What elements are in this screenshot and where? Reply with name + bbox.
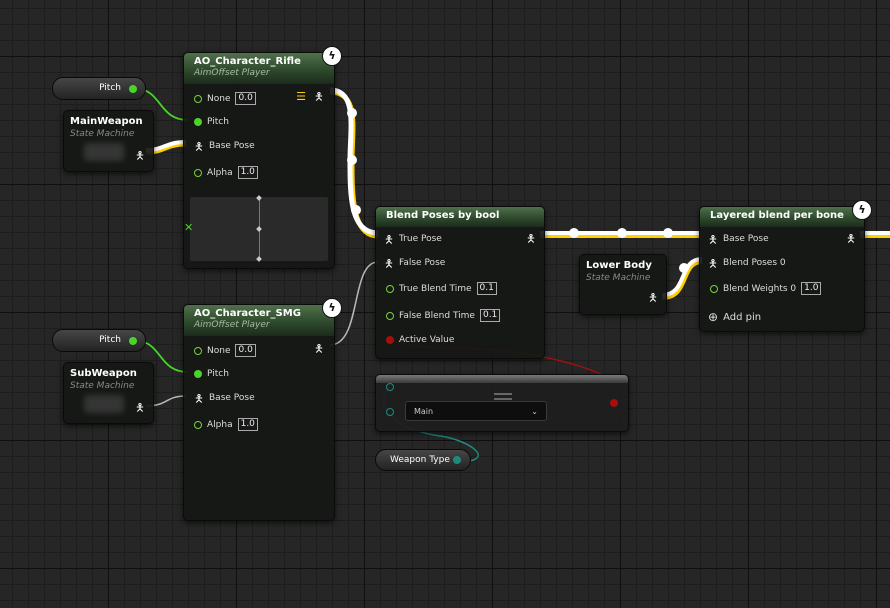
lightning-bolt-icon: ϟ — [852, 200, 872, 220]
state-machine-subtitle: State Machine — [586, 273, 651, 283]
true-pose-input-pin[interactable]: 🯅 True Pose — [384, 232, 442, 246]
sub-weapon-state-machine-node[interactable]: SubWeapon State Machine 🯅 — [63, 362, 154, 424]
false-pose-input-pin[interactable]: 🯅 False Pose — [384, 256, 445, 270]
node-header: Layered blend per bone — [700, 207, 864, 227]
chevron-down-icon: ⌄ — [531, 407, 538, 416]
true-blend-time-input-pin[interactable]: True Blend Time 0.1 — [386, 282, 497, 295]
alpha-value-field[interactable]: 1.0 — [237, 166, 258, 179]
pitch-input-pin[interactable]: Pitch — [194, 369, 229, 379]
node-title: Layered blend per bone — [710, 210, 844, 221]
person-pose-icon: 🯅 — [708, 256, 718, 270]
node-subtitle: AimOffset Player — [194, 320, 270, 330]
lightning-bolt-icon: ϟ — [322, 46, 342, 66]
node-header: AO_Character_SMG AimOffset Player — [184, 305, 334, 336]
layered-blend-per-bone-node[interactable]: Layered blend per bone ϟ 🯅 Base Pose 🯅 🯅… — [699, 200, 872, 332]
alpha-value-field[interactable]: 1.0 — [237, 418, 258, 431]
list-icon[interactable]: ☰ — [296, 90, 306, 103]
person-pose-icon[interactable]: 🯅 — [135, 150, 145, 161]
person-pose-icon[interactable]: 🯅 — [648, 292, 658, 303]
true-blend-time-field[interactable]: 0.1 — [476, 282, 497, 295]
person-pose-icon: 🯅 — [708, 232, 718, 246]
state-machine-title: MainWeapon — [70, 116, 143, 127]
none-input-pin[interactable]: None 0.0 — [194, 92, 256, 105]
lower-body-state-machine-node[interactable]: Lower Body State Machine 🯅 — [579, 254, 667, 315]
person-pose-icon[interactable]: 🯅 — [846, 233, 856, 244]
node-title: AO_Character_Rifle — [194, 56, 301, 67]
false-blend-time-input-pin[interactable]: False Blend Time 0.1 — [386, 309, 501, 322]
blendspace-preview — [190, 195, 328, 262]
alpha-input-pin[interactable]: Alpha 1.0 — [194, 418, 258, 431]
blend-weights-value-field[interactable]: 1.0 — [801, 282, 822, 295]
person-pose-icon[interactable]: 🯅 — [314, 91, 324, 102]
enum-select[interactable]: Main ⌄ — [405, 401, 547, 421]
base-pose-input-pin[interactable]: 🯅 Base Pose — [708, 232, 768, 246]
false-blend-time-field[interactable]: 0.1 — [479, 309, 501, 322]
base-pose-input-pin[interactable]: 🯅 Base Pose — [194, 391, 254, 405]
person-pose-icon[interactable]: 🯅 — [526, 233, 536, 244]
person-pose-icon[interactable]: 🯅 — [314, 343, 324, 354]
person-pose-icon: 🯅 — [384, 256, 394, 270]
pitch-label: Pitch — [99, 83, 121, 93]
enum-input-pin-a[interactable] — [386, 383, 394, 391]
node-header: AO_Character_Rifle AimOffset Player — [184, 53, 334, 84]
state-machine-title: Lower Body — [586, 260, 652, 271]
pitch-output-pin[interactable] — [129, 337, 137, 345]
node-header: Blend Poses by bool — [376, 207, 544, 227]
enum-input-pin-b[interactable] — [386, 408, 394, 416]
pitch-output-pin[interactable] — [129, 85, 137, 93]
blend-weights-0-input-pin[interactable]: Blend Weights 0 1.0 — [710, 282, 822, 295]
node-title: Blend Poses by bool — [386, 210, 500, 221]
none-value-field[interactable]: 0.0 — [235, 92, 256, 105]
weapon-type-variable-node[interactable]: Weapon Type — [375, 449, 471, 471]
person-pose-icon: 🯅 — [194, 391, 204, 405]
bool-output-pin[interactable] — [610, 399, 618, 407]
person-pose-icon: 🯅 — [194, 139, 204, 153]
state-machine-subtitle: State Machine — [70, 381, 135, 391]
lightning-bolt-icon: ϟ — [322, 298, 342, 318]
plus-circle-icon: ⊕ — [708, 310, 719, 324]
pitch-label: Pitch — [99, 335, 121, 345]
active-value-input-pin[interactable]: Active Value — [386, 335, 454, 345]
ao-character-smg-node[interactable]: AO_Character_SMG AimOffset Player ϟ None… — [183, 298, 342, 521]
blend-poses-0-input-pin[interactable]: 🯅 Blend Poses 0 — [708, 256, 785, 270]
blend-poses-by-bool-node[interactable]: Blend Poses by bool 🯅 True Pose 🯅 🯅 Fals… — [375, 206, 545, 359]
ao-character-rifle-node[interactable]: AO_Character_Rifle AimOffset Player ϟ No… — [183, 46, 342, 269]
none-input-pin[interactable]: None 0.0 — [194, 344, 256, 357]
none-value-field[interactable]: 0.0 — [235, 344, 256, 357]
enum-select-value: Main — [414, 407, 434, 416]
pitch-input-pin[interactable]: Pitch — [194, 117, 229, 127]
person-pose-icon[interactable]: 🯅 — [135, 402, 145, 413]
node-subtitle: AimOffset Player — [194, 68, 270, 78]
pitch-variable-node-1[interactable]: Pitch — [52, 77, 146, 100]
weapon-type-label: Weapon Type — [390, 455, 450, 465]
weapon-type-output-pin[interactable] — [453, 456, 461, 464]
enum-equal-node[interactable]: Main ⌄ — [375, 374, 629, 432]
node-title: AO_Character_SMG — [194, 308, 301, 319]
person-pose-icon: 🯅 — [384, 232, 394, 246]
main-weapon-state-machine-node[interactable]: MainWeapon State Machine 🯅 — [63, 110, 154, 172]
add-pin-button[interactable]: ⊕ Add pin — [708, 310, 761, 324]
state-machine-title: SubWeapon — [70, 368, 137, 379]
preview-cross-icon: ✕ — [184, 221, 194, 234]
pitch-variable-node-2[interactable]: Pitch — [52, 329, 146, 352]
equal-icon — [494, 393, 512, 400]
state-machine-subtitle: State Machine — [70, 129, 135, 139]
alpha-input-pin[interactable]: Alpha 1.0 — [194, 166, 258, 179]
base-pose-input-pin[interactable]: 🯅 Base Pose — [194, 139, 254, 153]
